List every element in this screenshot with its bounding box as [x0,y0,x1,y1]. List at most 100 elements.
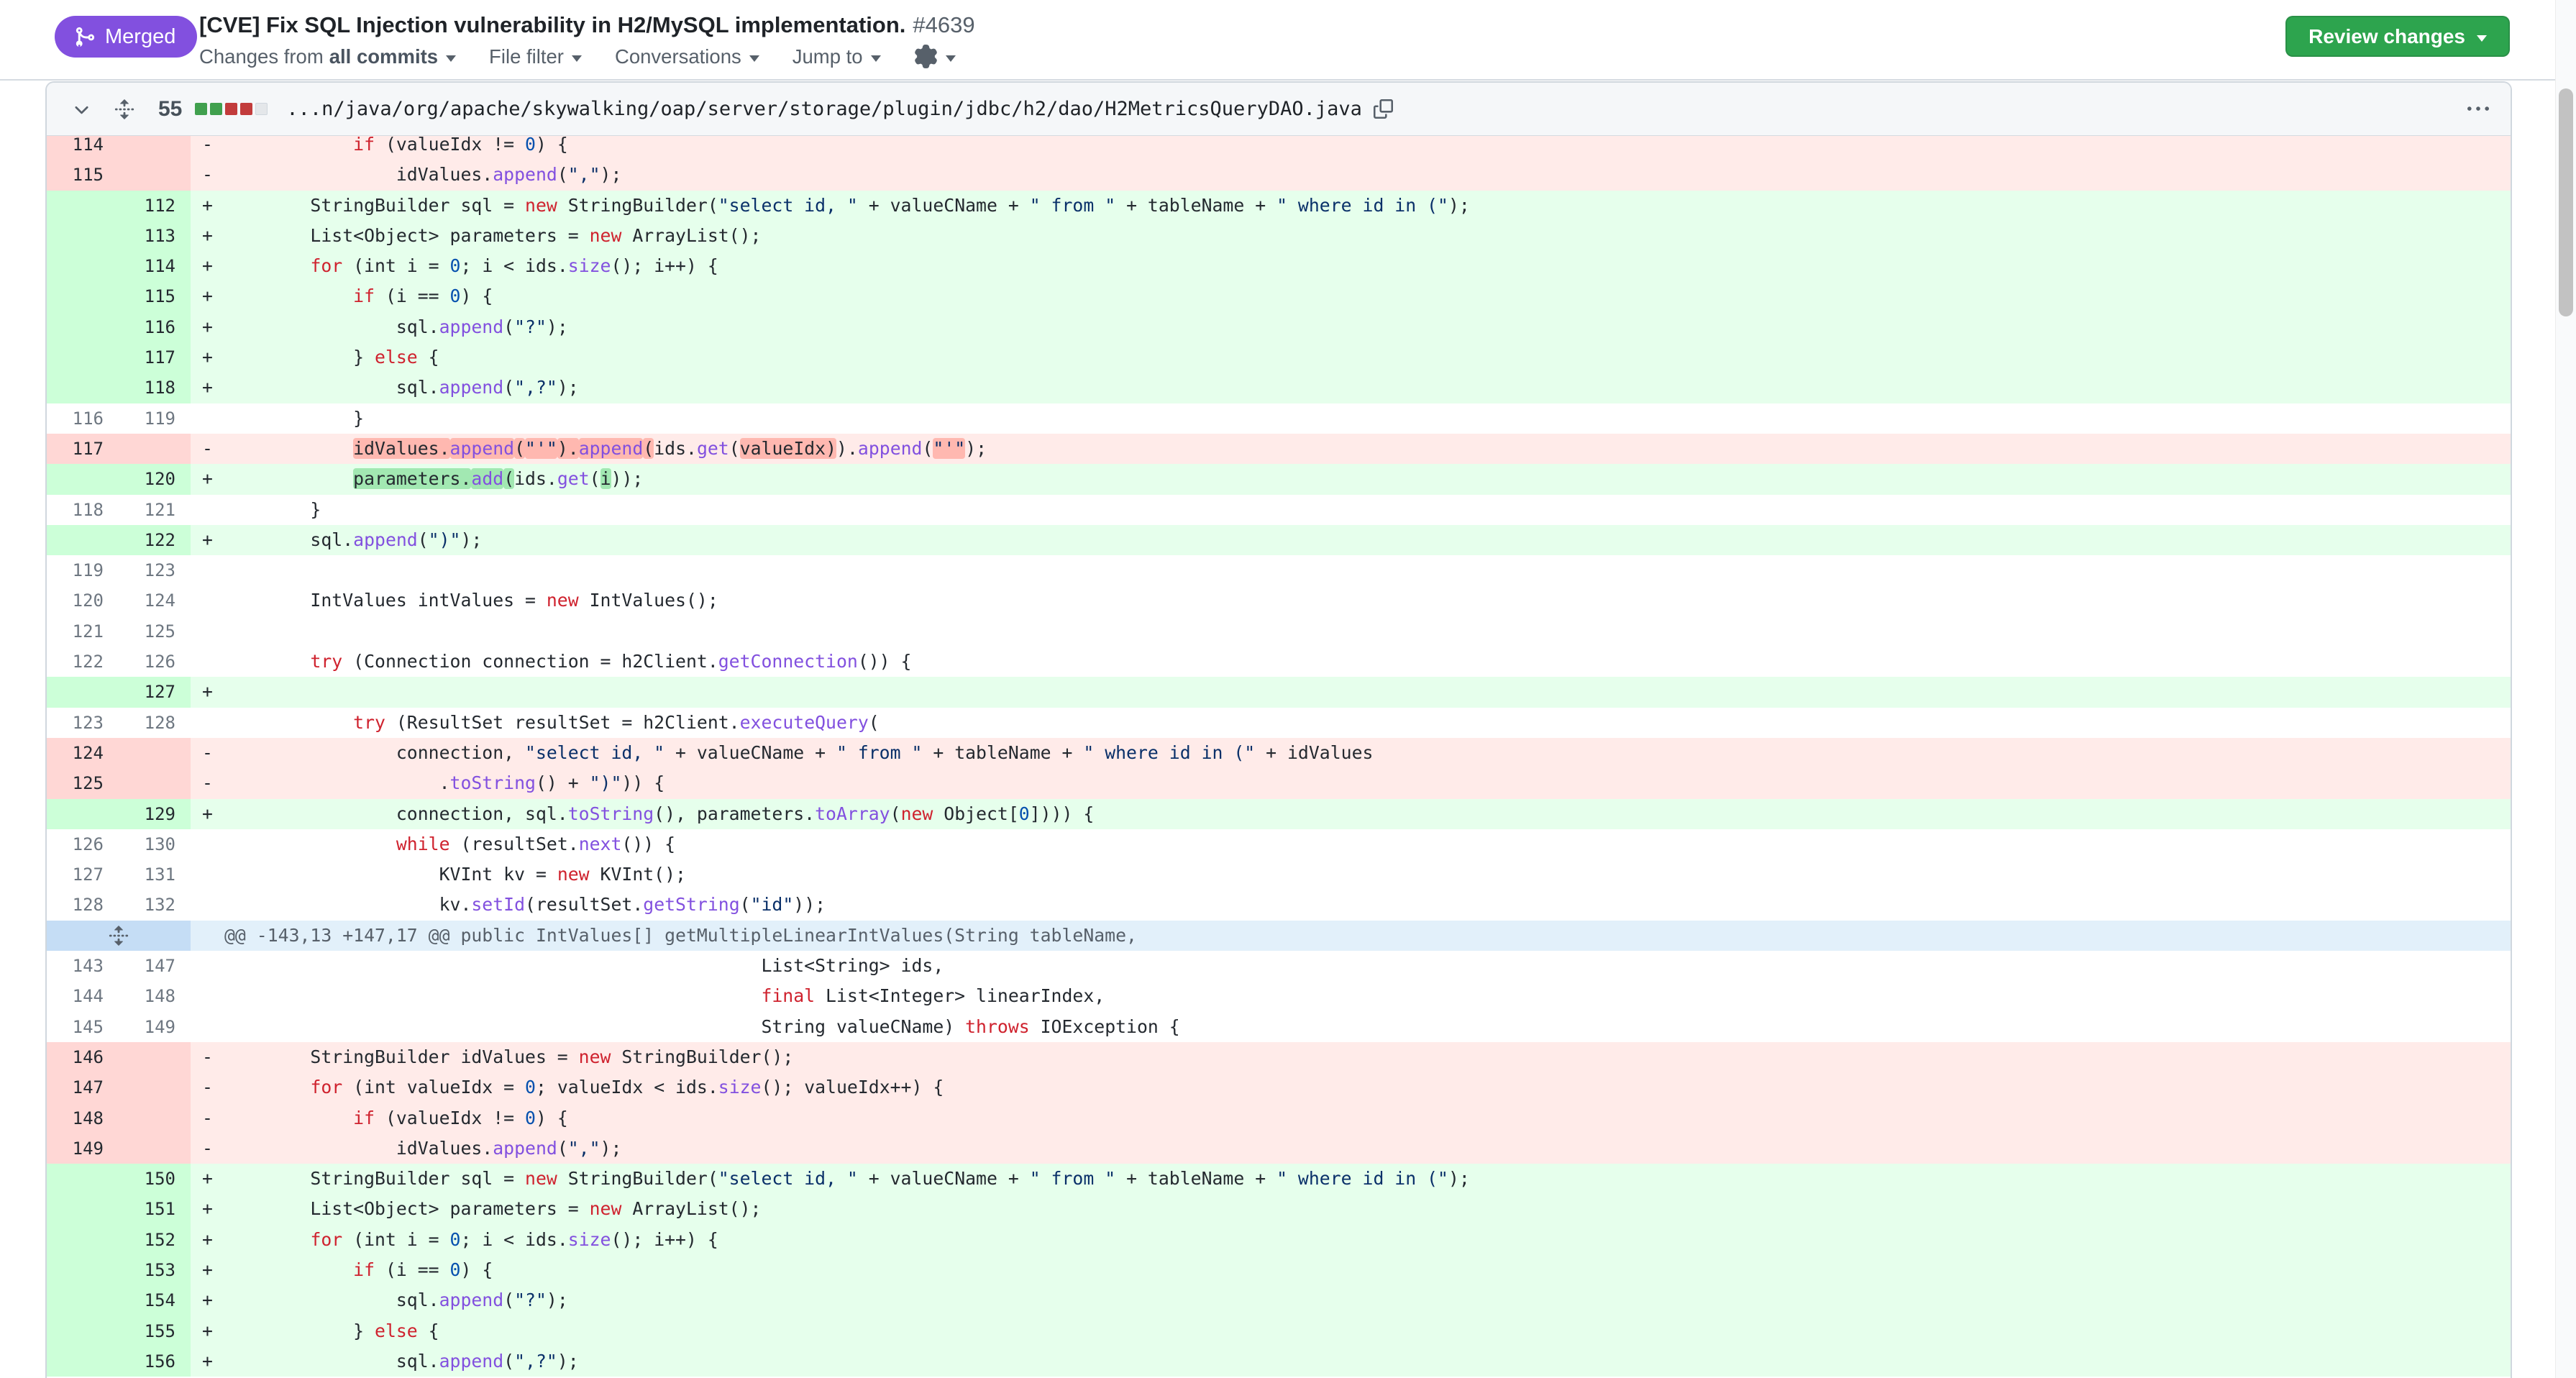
dropdown-caret-icon [749,55,759,62]
old-line-number[interactable]: 125 [47,768,119,798]
file-options-button[interactable] [2467,99,2489,120]
old-line-number[interactable] [47,1164,119,1194]
old-line-number[interactable] [47,1194,119,1224]
file-filter-dropdown[interactable]: File filter [489,45,582,68]
new-line-number[interactable]: 156 [119,1346,191,1377]
new-line-number[interactable]: 149 [119,1012,191,1042]
old-line-number[interactable] [47,799,119,829]
review-changes-button[interactable]: Review changes [2285,16,2510,57]
old-line-number[interactable]: 116 [47,403,119,434]
old-line-number[interactable] [47,1225,119,1255]
scrollbar-thumb[interactable] [2559,88,2573,316]
old-line-number[interactable]: 119 [47,555,119,585]
old-line-number[interactable] [47,1285,119,1315]
diff-marker: + [191,464,224,494]
expand-hunk-button[interactable] [47,921,191,951]
old-line-number[interactable]: 144 [47,981,119,1011]
code-line: connection, "select id, " + valueCName +… [224,738,2511,768]
new-line-number[interactable]: 150 [119,1164,191,1194]
new-line-number[interactable]: 125 [119,616,191,647]
new-line-number[interactable] [119,160,191,190]
new-line-number[interactable] [119,1042,191,1072]
old-line-number[interactable]: 147 [47,1072,119,1103]
old-line-number[interactable]: 123 [47,708,119,738]
expand-all-button[interactable] [114,99,135,120]
old-line-number[interactable] [47,312,119,342]
old-line-number[interactable] [47,677,119,707]
old-line-number[interactable] [47,342,119,373]
new-line-number[interactable]: 123 [119,555,191,585]
old-line-number[interactable]: 124 [47,738,119,768]
old-line-number[interactable]: 120 [47,585,119,616]
new-line-number[interactable]: 122 [119,525,191,555]
new-line-number[interactable]: 132 [119,890,191,920]
new-line-number[interactable] [119,1103,191,1133]
new-line-number[interactable] [119,1072,191,1103]
old-line-number[interactable]: 126 [47,829,119,859]
new-line-number[interactable]: 116 [119,312,191,342]
jump-to-dropdown[interactable]: Jump to [793,45,881,68]
new-line-number[interactable]: 147 [119,951,191,981]
new-line-number[interactable]: 120 [119,464,191,494]
new-line-number[interactable]: 119 [119,403,191,434]
new-line-number[interactable]: 112 [119,191,191,221]
new-line-number[interactable]: 127 [119,677,191,707]
old-line-number[interactable]: 122 [47,647,119,677]
old-line-number[interactable]: 127 [47,859,119,890]
new-line-number[interactable]: 129 [119,799,191,829]
old-line-number[interactable]: 149 [47,1133,119,1164]
new-line-number[interactable]: 151 [119,1194,191,1224]
old-line-number[interactable] [47,221,119,251]
new-line-number[interactable]: 115 [119,281,191,311]
old-line-number[interactable] [47,191,119,221]
diff-row: 145149 String valueCName) throws IOExcep… [47,1012,2511,1042]
new-line-number[interactable] [119,434,191,464]
new-line-number[interactable] [119,1133,191,1164]
old-line-number[interactable]: 117 [47,434,119,464]
old-line-number[interactable]: 118 [47,495,119,525]
new-line-number[interactable]: 124 [119,585,191,616]
old-line-number[interactable] [47,1316,119,1346]
old-line-number[interactable]: 143 [47,951,119,981]
diff-settings-dropdown[interactable] [914,45,956,68]
new-line-number[interactable]: 128 [119,708,191,738]
old-line-number[interactable] [47,373,119,403]
copy-path-button[interactable] [1374,99,1393,119]
new-line-number[interactable]: 113 [119,221,191,251]
collapse-file-button[interactable] [71,99,92,119]
diff-table: 114- if (valueIdx != 0) {115- idValues.a… [47,129,2511,1378]
diff-row: 155+ } else { [47,1316,2511,1346]
new-line-number[interactable]: 126 [119,647,191,677]
old-line-number[interactable] [47,281,119,311]
new-line-number[interactable]: 121 [119,495,191,525]
old-line-number[interactable]: 121 [47,616,119,647]
old-line-number[interactable]: 128 [47,890,119,920]
old-line-number[interactable]: 148 [47,1103,119,1133]
new-line-number[interactable]: 114 [119,251,191,281]
new-line-number[interactable]: 130 [119,829,191,859]
old-line-number[interactable]: 146 [47,1042,119,1072]
new-line-number[interactable]: 148 [119,981,191,1011]
hunk-header-text: @@ -143,13 +147,17 @@ public IntValues[]… [191,921,2511,951]
new-line-number[interactable]: 131 [119,859,191,890]
old-line-number[interactable] [47,251,119,281]
old-line-number[interactable]: 115 [47,160,119,190]
new-line-number[interactable]: 154 [119,1285,191,1315]
diff-row: 115- idValues.append(","); [47,160,2511,190]
old-line-number[interactable] [47,1346,119,1377]
new-line-number[interactable]: 117 [119,342,191,373]
new-line-number[interactable] [119,738,191,768]
conversations-dropdown[interactable]: Conversations [615,45,759,68]
new-line-number[interactable]: 153 [119,1255,191,1285]
diff-marker: - [191,1072,224,1103]
old-line-number[interactable] [47,525,119,555]
changes-from-dropdown[interactable]: Changes fromall commits [199,45,456,68]
new-line-number[interactable]: 152 [119,1225,191,1255]
page-scrollbar[interactable] [2555,0,2576,1378]
new-line-number[interactable]: 155 [119,1316,191,1346]
new-line-number[interactable] [119,768,191,798]
old-line-number[interactable] [47,464,119,494]
old-line-number[interactable]: 145 [47,1012,119,1042]
new-line-number[interactable]: 118 [119,373,191,403]
old-line-number[interactable] [47,1255,119,1285]
